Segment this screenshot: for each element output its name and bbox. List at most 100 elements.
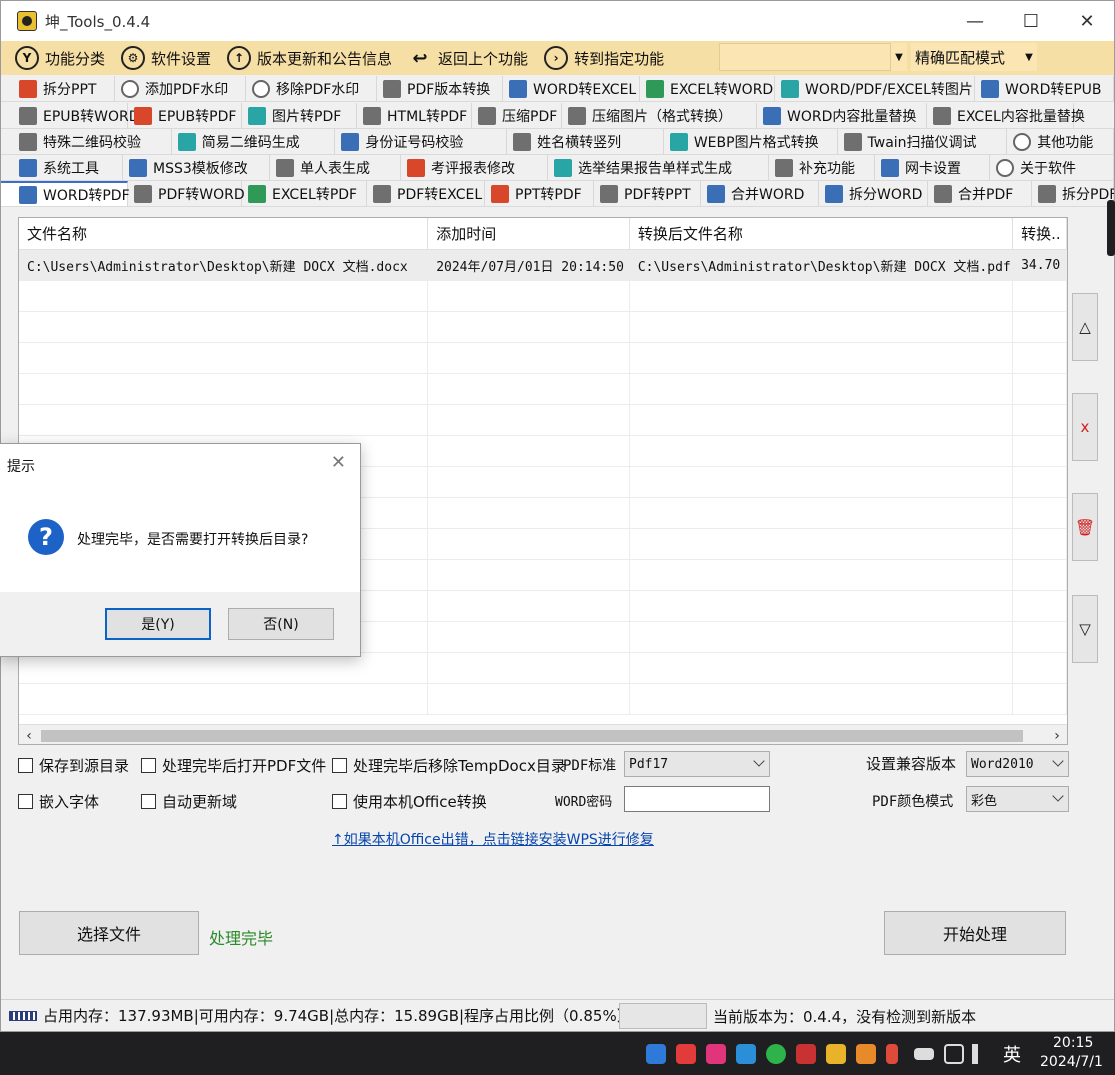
tab-function[interactable]: Twain扫描仪调试 xyxy=(838,129,1008,154)
dialog-no-button[interactable]: 否(N) xyxy=(228,608,334,640)
tab-function[interactable]: 拆分PPT xyxy=(1,76,115,101)
dialog-close-icon[interactable]: ✕ xyxy=(331,452,346,473)
category-button[interactable]: Y 功能分类 xyxy=(1,41,113,75)
tab-function[interactable]: 添加PDF水印 xyxy=(115,76,246,101)
checkbox-box[interactable] xyxy=(332,758,347,773)
tab-function[interactable]: 特殊二维码校验 xyxy=(1,129,172,154)
tab-function[interactable]: 单人表生成 xyxy=(270,155,401,180)
tab-function[interactable]: 拆分PDF xyxy=(1032,181,1114,206)
column-header-output-name[interactable]: 转换后文件名称 xyxy=(630,218,1014,249)
volume-icon[interactable] xyxy=(972,1044,992,1064)
chevron-down-icon[interactable]: ▼ xyxy=(1021,43,1037,71)
tab-function[interactable]: EPUB转PDF xyxy=(128,103,242,128)
tab-function[interactable]: 补充功能 xyxy=(769,155,875,180)
input-method-indicator[interactable]: 英 xyxy=(1003,1041,1021,1067)
tab-function[interactable]: WORD内容批量替换 xyxy=(757,103,927,128)
checkbox-box[interactable] xyxy=(18,794,33,809)
back-button[interactable]: ↩ 返回上个功能 xyxy=(400,41,536,75)
tab-function[interactable]: 考评报表修改 xyxy=(401,155,548,180)
tab-function[interactable]: PDF转PPT xyxy=(594,181,701,206)
tab-function[interactable]: HTML转PDF xyxy=(357,103,472,128)
tab-function[interactable]: 身份证号码校验 xyxy=(335,129,508,154)
tray-app-icon[interactable] xyxy=(676,1044,696,1064)
match-mode-select[interactable]: 精确匹配模式 xyxy=(911,43,1021,71)
save-to-source-checkbox[interactable]: 保存到源目录 xyxy=(18,755,129,776)
tab-function[interactable]: WORD转EXCEL xyxy=(503,76,640,101)
checkbox-box[interactable] xyxy=(141,794,156,809)
clock-date[interactable]: 2024/7/1 xyxy=(1040,1054,1103,1070)
function-search-input[interactable] xyxy=(719,43,891,71)
tab-function[interactable]: PDF转EXCEL xyxy=(367,181,485,206)
close-button[interactable]: ✕ xyxy=(1059,1,1115,41)
goto-function-button[interactable]: › 转到指定功能 xyxy=(536,41,672,75)
embed-fonts-checkbox[interactable]: 嵌入字体 xyxy=(18,791,99,812)
battery-icon[interactable] xyxy=(914,1048,934,1060)
move-down-button[interactable]: ▽ xyxy=(1072,595,1098,663)
table-row[interactable] xyxy=(19,684,1067,715)
table-row[interactable] xyxy=(19,405,1067,436)
auto-update-fields-checkbox[interactable]: 自动更新域 xyxy=(141,791,237,812)
column-header-convert[interactable]: 转换.. xyxy=(1013,218,1067,249)
tab-function[interactable]: 系统工具 xyxy=(1,155,123,180)
clock-time[interactable]: 20:15 xyxy=(1053,1035,1093,1051)
tab-function[interactable]: PPT转PDF xyxy=(485,181,594,206)
tab-function[interactable]: 合并WORD xyxy=(701,181,819,206)
tab-function[interactable]: PDF版本转换 xyxy=(377,76,503,101)
pdf-standard-select[interactable]: Pdf17 xyxy=(624,751,770,777)
checkbox-box[interactable] xyxy=(141,758,156,773)
table-row[interactable]: C:\Users\Administrator\Desktop\新建 DOCX 文… xyxy=(19,250,1067,281)
table-row[interactable] xyxy=(19,374,1067,405)
pdf-color-mode-select[interactable]: 彩色 xyxy=(966,786,1069,812)
update-info-button[interactable]: ↑ 版本更新和公告信息 xyxy=(219,41,400,75)
tab-function[interactable]: WEBP图片格式转换 xyxy=(664,129,838,154)
tab-function[interactable]: 压缩图片（格式转换） xyxy=(562,103,757,128)
settings-button[interactable]: ⚙ 软件设置 xyxy=(113,41,219,75)
tab-function[interactable]: 关于软件 xyxy=(990,155,1114,180)
network-icon[interactable] xyxy=(944,1044,964,1064)
tab-function[interactable]: 网卡设置 xyxy=(875,155,990,180)
tab-function[interactable]: 简易二维码生成 xyxy=(172,129,336,154)
chevron-down-icon[interactable]: ▼ xyxy=(891,43,907,71)
delete-item-button[interactable]: x xyxy=(1072,393,1098,461)
table-row[interactable] xyxy=(19,653,1067,684)
tray-app-icon[interactable] xyxy=(706,1044,726,1064)
tab-function[interactable]: WORD转PDF xyxy=(1,181,130,206)
tab-function[interactable]: EPUB转WORD xyxy=(1,103,140,128)
scroll-left-icon[interactable]: ‹ xyxy=(19,725,39,744)
tab-function[interactable]: 拆分WORD xyxy=(819,181,928,206)
install-wps-link[interactable]: ↑如果本机Office出错，点击链接安装WPS进行修复 xyxy=(332,829,654,849)
remove-tempdocx-checkbox[interactable]: 处理完毕后移除TempDocx目录 xyxy=(332,755,566,776)
select-files-button[interactable]: 选择文件 xyxy=(19,911,199,955)
tray-cloud-icon[interactable] xyxy=(736,1044,756,1064)
tray-app-icon[interactable] xyxy=(646,1044,666,1064)
compat-version-select[interactable]: Word2010 xyxy=(966,751,1069,777)
checkbox-box[interactable] xyxy=(18,758,33,773)
scrollbar-thumb[interactable] xyxy=(41,730,1023,742)
maximize-button[interactable]: ☐ xyxy=(1003,1,1059,41)
table-row[interactable] xyxy=(19,281,1067,312)
folder-icon[interactable] xyxy=(826,1044,846,1064)
tab-function[interactable]: WORD转EPUB xyxy=(975,76,1114,101)
dialog-yes-button[interactable]: 是(Y) xyxy=(105,608,211,640)
horizontal-scrollbar[interactable]: ‹ › xyxy=(19,724,1067,744)
table-row[interactable] xyxy=(19,343,1067,374)
tab-function[interactable]: 移除PDF水印 xyxy=(246,76,377,101)
tab-function[interactable]: 其他功能 xyxy=(1007,129,1114,154)
column-header-add-time[interactable]: 添加时间 xyxy=(428,218,630,249)
tab-function[interactable]: 合并PDF xyxy=(928,181,1032,206)
tab-function[interactable]: EXCEL转PDF xyxy=(242,181,367,206)
move-up-button[interactable]: △ xyxy=(1072,293,1098,361)
tab-function[interactable]: WORD/PDF/EXCEL转图片 xyxy=(775,76,975,101)
minimize-button[interactable]: — xyxy=(947,1,1003,41)
tab-function[interactable]: PDF转WORD xyxy=(128,181,245,206)
shield-icon[interactable] xyxy=(856,1044,876,1064)
checkbox-box[interactable] xyxy=(332,794,347,809)
title-bar[interactable]: 坤_Tools_0.4.4 — ☐ ✕ xyxy=(1,1,1114,41)
scroll-right-icon[interactable]: › xyxy=(1047,725,1067,744)
tab-function[interactable]: 姓名横转竖列 xyxy=(507,129,664,154)
tray-app-icon[interactable] xyxy=(796,1044,816,1064)
table-row[interactable] xyxy=(19,312,1067,343)
tab-function[interactable]: 图片转PDF xyxy=(242,103,357,128)
tab-function[interactable]: EXCEL内容批量替换 xyxy=(927,103,1085,128)
open-pdf-after-checkbox[interactable]: 处理完毕后打开PDF文件 xyxy=(141,755,326,776)
